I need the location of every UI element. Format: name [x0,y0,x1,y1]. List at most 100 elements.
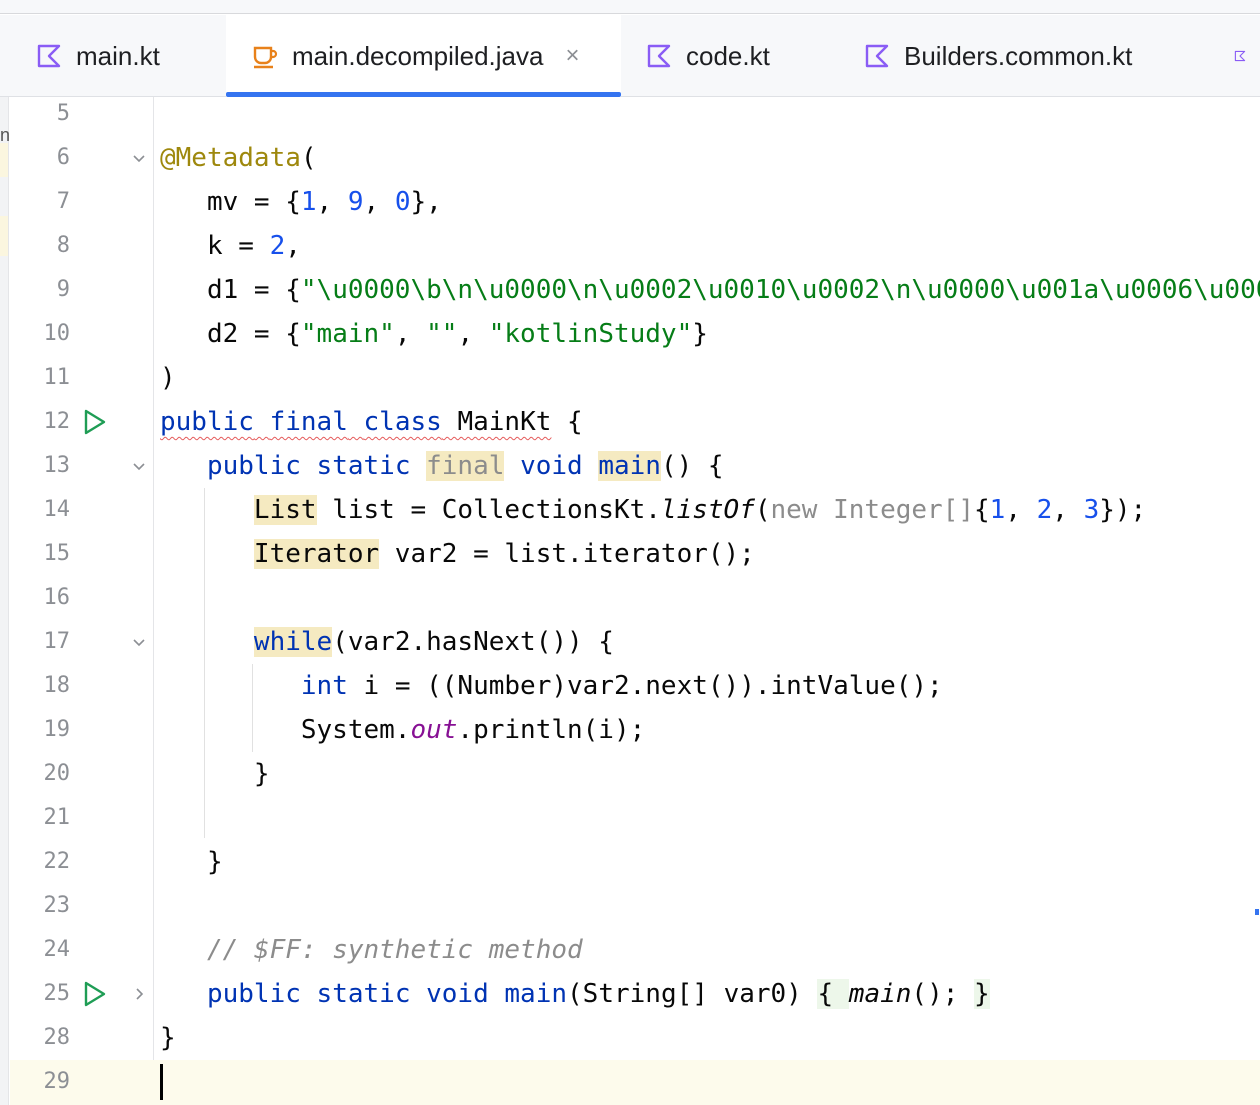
code-token: listOf [660,495,755,525]
edge-change-marker [0,216,8,256]
code-line[interactable]: Iterator var2 = list.iterator(); [160,532,1260,576]
tab-code-kt[interactable]: code.kt [646,15,770,97]
code-token: "main" [300,319,395,349]
tab-overflow[interactable] [1234,15,1260,97]
chevron-right-icon[interactable] [132,987,146,1001]
code-token: while [253,627,333,657]
code-token: } [160,759,270,789]
code-token: 1 [989,495,1006,525]
code-token: // $FF: synthetic method [206,935,583,965]
code-token: } [692,319,708,349]
code-token: { [551,407,583,437]
chevron-down-icon[interactable] [132,151,146,165]
line-number: 5 [56,101,70,126]
tab-main-kt[interactable]: main.kt [36,15,160,97]
tab-main-decompiled-java[interactable]: main.decompiled.java × [226,15,621,97]
code-line[interactable]: ) [160,356,1260,400]
line-number: 14 [43,497,71,522]
tab-label: main.decompiled.java [292,40,544,71]
code-token: () { [660,451,724,481]
code-line[interactable] [160,796,1260,840]
code-token: 2 [269,231,286,261]
code-line[interactable]: public final class MainKt { [160,400,1260,444]
chevron-down-icon[interactable] [132,635,146,649]
indent-guide [252,664,253,752]
code-line[interactable]: @Metadata( [160,136,1260,180]
tab-label: code.kt [686,40,770,71]
code-line[interactable]: } [160,840,1260,884]
edge-change-marker [0,143,8,177]
code-token: static [316,979,411,1009]
code-token: , [1052,495,1084,525]
line-number: 12 [43,409,71,434]
code-line[interactable]: // $FF: synthetic method [160,928,1260,972]
code-token: ( [300,143,317,173]
code-token: void [520,451,583,481]
line-number: 8 [56,233,70,258]
indent-guide [204,488,205,838]
text-caret [160,1064,163,1100]
code-token: (var2.hasNext()) { [332,627,614,657]
code-token: , [394,319,427,349]
code-token: , [457,319,489,349]
code-line[interactable] [160,1060,1260,1104]
close-icon[interactable]: × [565,42,579,70]
code-line[interactable]: k = 2, [160,224,1260,268]
line-number: 29 [43,1069,71,1094]
chevron-down-icon[interactable] [132,459,146,473]
code-token: , [316,187,348,217]
code-token: int [300,671,348,701]
code-token: }); [1099,495,1147,525]
code-token: { [974,495,990,525]
code-token: MainKt [441,407,552,437]
code-line[interactable]: while(var2.hasNext()) { [160,620,1260,664]
code-token: static [316,451,411,481]
code-line[interactable]: public static final void main() { [160,444,1260,488]
line-number: 23 [43,893,71,918]
code-token: @Metadata [160,143,301,173]
line-number: 28 [43,1025,71,1050]
line-number: 6 [56,145,70,170]
code-token: class [363,407,442,437]
line-number: 10 [43,321,71,346]
tab-builders-common-kt[interactable]: Builders.common.kt [864,15,1132,97]
code-line[interactable]: mv = {1, 9, 0}, [160,180,1260,224]
code-token: i = ((Number)var2.next()).intValue(); [347,671,943,701]
code-line[interactable]: public static void main(String[] var0) {… [160,972,1260,1016]
code-token: void [426,979,489,1009]
line-number: 20 [43,761,71,786]
code-token: 0 [394,187,411,217]
run-gutter-icon[interactable] [82,408,108,436]
code-line[interactable] [160,576,1260,620]
code-line[interactable]: } [160,1016,1260,1060]
code-line[interactable]: List list = CollectionsKt.listOf(new Int… [160,488,1260,532]
code-token: }, [410,187,442,217]
tab-label: Builders.common.kt [904,40,1133,71]
code-token: main [848,979,912,1009]
code-line[interactable]: int i = ((Number)var2.next()).intValue()… [160,664,1260,708]
code-token: "kotlinStudy" [488,319,693,349]
run-gutter-icon[interactable] [82,980,108,1008]
code-line[interactable]: System.out.println(i); [160,708,1260,752]
code-line[interactable] [160,884,1260,928]
code-token: k = [160,231,270,261]
code-token: System. [160,715,411,745]
code-token: List [253,495,317,525]
kotlin-file-icon [37,44,61,68]
code-line[interactable]: } [160,752,1260,796]
code-token: , [285,231,301,261]
code-line[interactable]: d1 = {"\u0000\b\n\u0000\n\u0002\u0010\u0… [160,268,1260,312]
code-token: final [269,407,348,437]
code-line[interactable] [160,92,1260,136]
code-line[interactable]: d2 = {"main", "", "kotlinStudy"} [160,312,1260,356]
